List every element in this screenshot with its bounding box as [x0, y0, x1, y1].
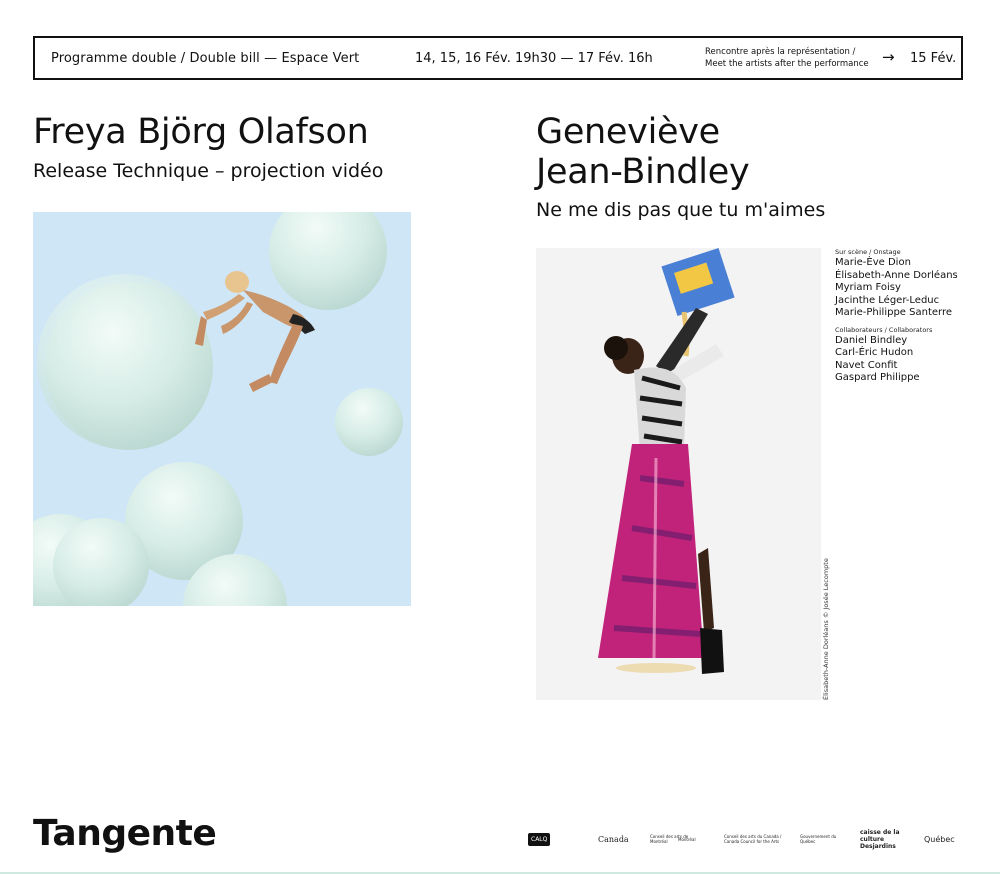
collaborator: Daniel Bindley — [835, 334, 908, 346]
right-work-title: Ne me dis pas que tu m'aimes — [536, 199, 826, 221]
right-artist-name-line2: Jean-Bindley — [536, 152, 750, 192]
meet-artists-note: Rencontre après la représentation / Meet… — [705, 47, 869, 69]
cac-logo: Conseil des arts du Canada / Canada Coun… — [724, 834, 782, 844]
collaborator: Navet Confit — [835, 359, 898, 371]
onstage-member: Myriam Foisy — [835, 282, 901, 293]
onstage-member: Élisabeth-Anne Dorléans — [835, 269, 958, 281]
performance-dates: 14, 15, 16 Fév. 19h30 — 17 Fév. 16h — [415, 51, 653, 66]
right-artist-name-line1: Geneviève — [536, 112, 720, 152]
collaborator: Carl-Éric Hudon — [835, 347, 914, 358]
gouv-quebec-logo: Gouvernement du Québec — [800, 834, 837, 844]
photo-credit: Élisabeth-Anne Dorléans © Josée Lecompte — [822, 558, 830, 700]
performer-figure — [536, 248, 821, 700]
tangente-logo: Tangente — [33, 813, 217, 854]
dancer-figure — [195, 271, 315, 392]
ne-me-dis-pas-photo — [536, 248, 821, 700]
left-work-title: Release Technique – projection vidéo — [33, 160, 384, 182]
left-artist-name: Freya Björg Olafson — [33, 112, 369, 152]
onstage-label: Sur scène / Onstage — [835, 248, 901, 256]
program-label: Programme double / Double bill — Espace … — [51, 51, 360, 66]
quebec-logo: Québec — [924, 834, 955, 844]
onstage-member: Marie-Philippe Santerre — [835, 307, 953, 318]
canada-logo: Canada — [598, 834, 629, 844]
event-info-bar: Programme double / Double bill — Espace … — [33, 36, 963, 80]
montreal-logo: Montréal — [678, 836, 696, 842]
calq-logo: CALQ — [528, 828, 578, 850]
collaborators-label: Collaborateurs / Collaborators — [835, 325, 933, 334]
credits-block: Sur scène / Onstage Marie-Ève Dion Élisa… — [835, 248, 975, 385]
collaborator: Gaspard Philippe — [835, 372, 920, 383]
onstage-member: Jacinthe Léger-Leduc — [835, 294, 940, 306]
arrow-right-icon: → — [882, 48, 895, 66]
meet-artists-date: 15 Fév. — [910, 51, 957, 66]
onstage-member: Marie-Ève Dion — [835, 257, 911, 268]
caisse-culture-logo: caisse de la culture Desjardins — [860, 828, 900, 850]
release-technique-image — [33, 212, 411, 606]
sponsor-logos: CALQ Canada Conseil des arts de Montréal… — [528, 828, 968, 854]
